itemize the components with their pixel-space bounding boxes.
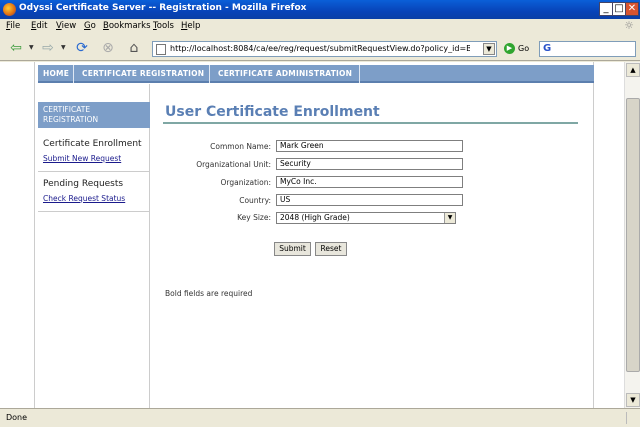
scroll-up-arrow-icon[interactable]: ▲	[626, 63, 640, 77]
address-dropdown-icon[interactable]: ▼	[483, 43, 495, 55]
window-title: Odyssi Certificate Server -- Registratio…	[19, 3, 307, 13]
firefox-icon	[3, 3, 16, 16]
resize-grip-icon[interactable]	[626, 412, 638, 424]
submit-button[interactable]: Submit	[274, 242, 311, 256]
menu-go[interactable]: Go	[84, 21, 96, 31]
menu-help[interactable]: Help	[181, 21, 200, 31]
scroll-down-arrow-icon[interactable]: ▼	[626, 393, 640, 407]
window-titlebar[interactable]: Odyssi Certificate Server -- Registratio…	[0, 0, 640, 19]
nav-separator	[359, 65, 360, 83]
menu-view[interactable]: View	[56, 21, 76, 31]
throbber-icon: ☼	[624, 19, 634, 32]
sidebar-title-line: REGISTRATION	[43, 115, 99, 124]
sidebar: CERTIFICATE REGISTRATION Certificate Enr…	[34, 84, 150, 408]
status-text: Done	[6, 413, 28, 422]
go-button[interactable]: ▶ Go	[504, 41, 534, 57]
scrollbar-thumb[interactable]	[626, 98, 640, 372]
organization-input[interactable]: MyCo Inc.	[276, 176, 463, 188]
key-size-value: 2048 (High Grade)	[280, 213, 350, 222]
sidebar-heading-enrollment: Certificate Enrollment	[43, 139, 142, 149]
maximize-button[interactable]: □	[612, 2, 626, 16]
nav-certificate-registration[interactable]: CERTIFICATE REGISTRATION	[82, 69, 204, 78]
chevron-down-icon[interactable]: ▼	[444, 213, 455, 223]
page-title: User Certificate Enrollment	[165, 104, 380, 120]
menu-tools[interactable]: Tools	[153, 21, 174, 31]
vertical-scrollbar[interactable]: ▲ ▼	[624, 62, 640, 408]
stop-button[interactable]: ⊗	[98, 38, 118, 58]
required-note: Bold fields are required	[165, 289, 253, 298]
common-name-label: Common Name:	[210, 142, 271, 151]
nav-certificate-administration[interactable]: CERTIFICATE ADMINISTRATION	[218, 69, 352, 78]
organization-label: Organization:	[220, 178, 271, 187]
country-label: Country:	[239, 196, 271, 205]
nav-separator	[73, 65, 74, 83]
back-dropdown-icon[interactable]: ▼	[29, 44, 34, 51]
menu-bookmarks[interactable]: Bookmarks	[103, 21, 151, 31]
sidebar-divider	[38, 171, 150, 172]
sidebar-title: CERTIFICATE REGISTRATION	[38, 102, 150, 128]
check-request-status-link[interactable]: Check Request Status	[43, 194, 125, 203]
forward-button[interactable]: ⇨	[38, 38, 58, 58]
key-size-label: Key Size:	[237, 213, 271, 222]
organizational-unit-input[interactable]: Security	[276, 158, 463, 170]
page-icon	[156, 44, 166, 55]
page-content: HOME CERTIFICATE REGISTRATION CERTIFICAT…	[0, 62, 625, 408]
title-rule	[163, 122, 578, 124]
address-bar[interactable]: http://localhost:8084/ca/ee/reg/request/…	[152, 41, 497, 57]
sidebar-divider	[38, 211, 150, 212]
go-label: Go	[518, 44, 530, 53]
forward-dropdown-icon[interactable]: ▼	[61, 44, 66, 51]
google-search-icon[interactable]: G	[543, 43, 551, 54]
minimize-button[interactable]: _	[599, 2, 613, 16]
go-arrow-icon: ▶	[504, 43, 515, 54]
top-navigation: HOME CERTIFICATE REGISTRATION CERTIFICAT…	[38, 65, 594, 83]
search-box[interactable]: G	[539, 41, 636, 57]
reset-button[interactable]: Reset	[315, 242, 347, 256]
menu-edit[interactable]: Edit	[31, 21, 47, 31]
menu-bar: File Edit View Go Bookmarks Tools Help	[0, 19, 640, 34]
sidebar-title-line: CERTIFICATE	[43, 105, 91, 114]
home-button[interactable]: ⌂	[124, 38, 144, 58]
back-button[interactable]: ⇦	[6, 38, 26, 58]
country-input[interactable]: US	[276, 194, 463, 206]
status-bar: Done	[0, 408, 640, 427]
organizational-unit-label: Organizational Unit:	[196, 160, 271, 169]
key-size-select[interactable]: 2048 (High Grade) ▼	[276, 212, 456, 224]
menu-file[interactable]: File	[6, 21, 20, 31]
common-name-input[interactable]: Mark Green	[276, 140, 463, 152]
nav-home[interactable]: HOME	[43, 69, 69, 78]
sidebar-heading-pending: Pending Requests	[43, 179, 124, 189]
close-button[interactable]: ✕	[625, 2, 639, 16]
submit-new-request-link[interactable]: Submit New Request	[43, 154, 121, 163]
address-input[interactable]: http://localhost:8084/ca/ee/reg/request/…	[170, 44, 470, 53]
reload-button[interactable]: ⟳	[72, 38, 92, 58]
nav-separator	[209, 65, 210, 83]
